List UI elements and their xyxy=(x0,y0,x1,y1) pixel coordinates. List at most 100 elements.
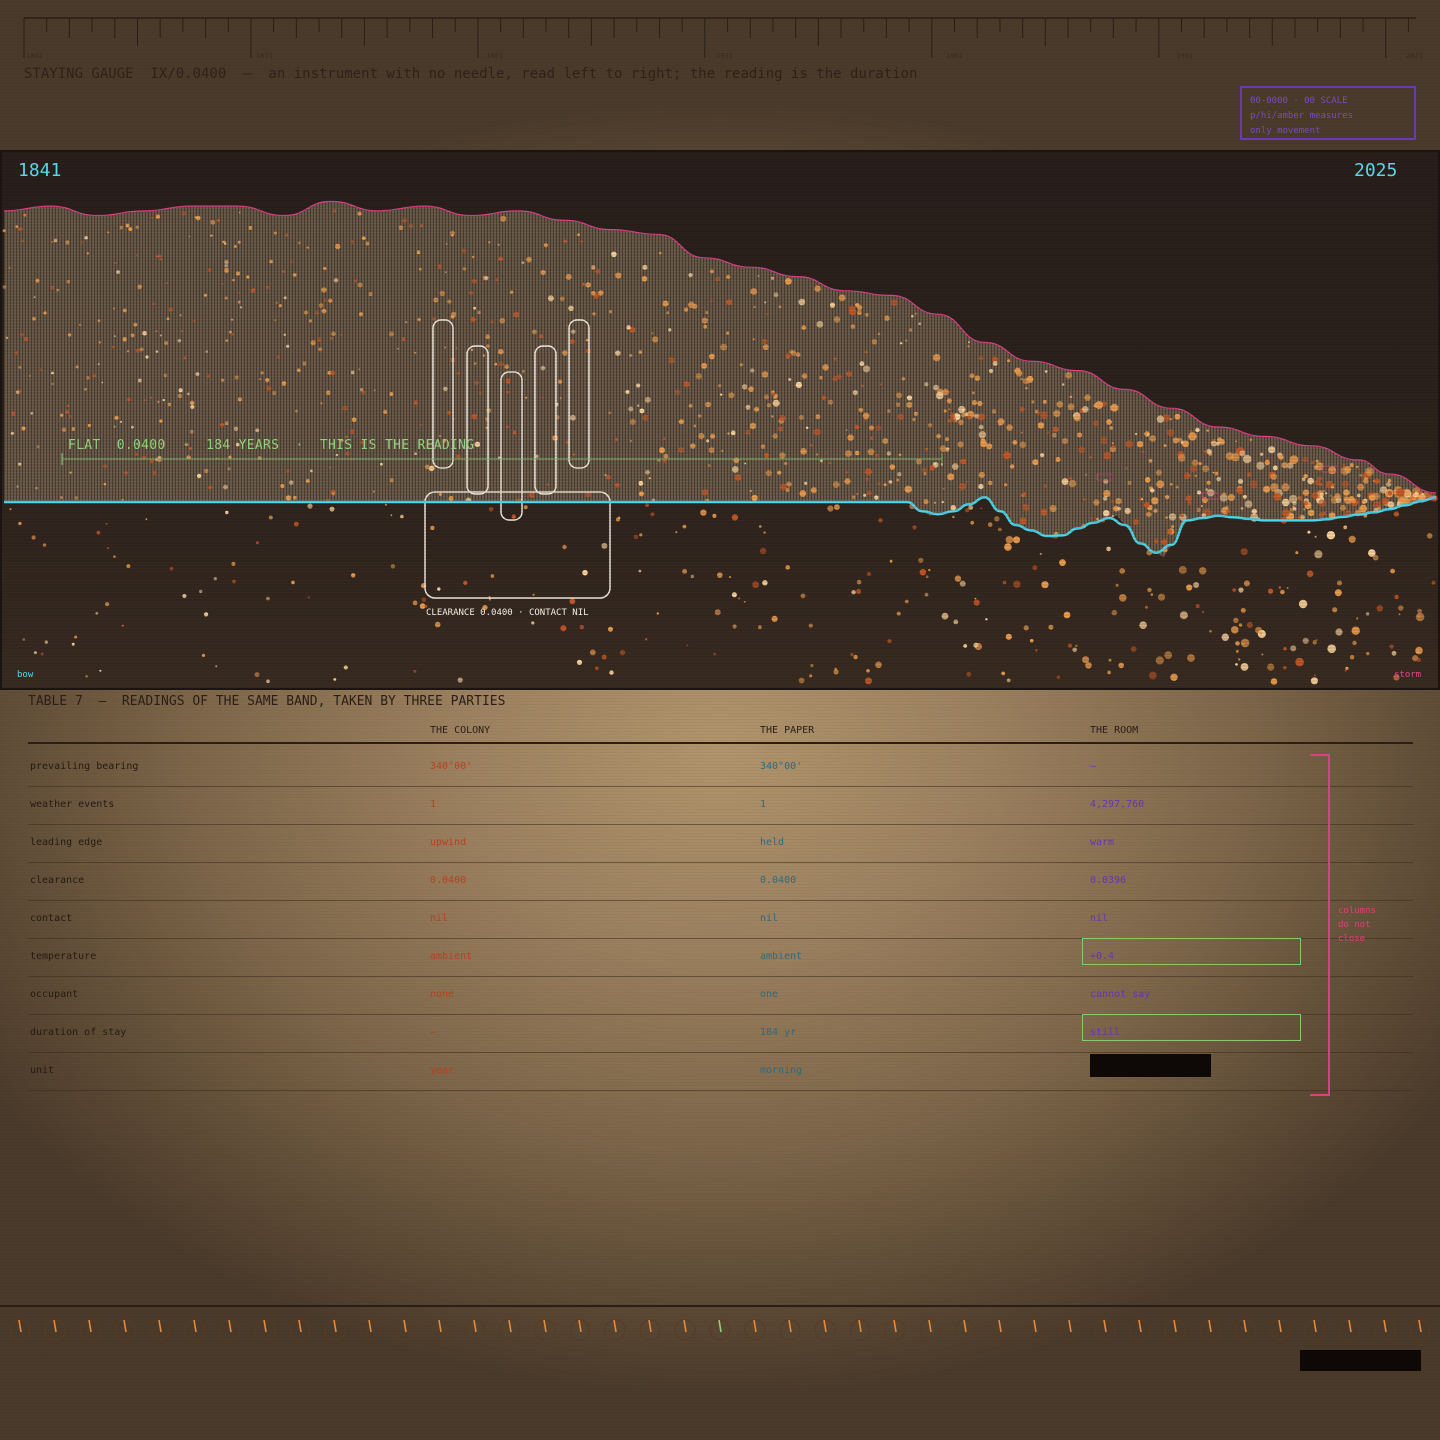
cell-colony: ambient xyxy=(430,951,473,962)
cell-paper: ambient xyxy=(760,951,803,962)
cell-colony: none xyxy=(430,989,455,1000)
table-row: weather events 1 1 4,297,760 xyxy=(28,786,1413,825)
cell-room: warm xyxy=(1090,837,1115,848)
cell-colony: 0.0400 xyxy=(430,875,467,886)
spore-clock-hand xyxy=(998,1319,1002,1333)
spore-clock-hand xyxy=(928,1319,932,1333)
spore-clock-hand xyxy=(683,1319,687,1333)
columns-bracket xyxy=(1310,754,1330,1096)
bracket-note-line: columns xyxy=(1338,906,1376,916)
cell-colony: — xyxy=(430,1027,437,1038)
clocks-caption: 42 SPORE-CLOCKS · ALL LEAN -3°00' · shou… xyxy=(20,1355,420,1364)
spore-clock-hand xyxy=(403,1319,407,1333)
spore-clock-hand xyxy=(1243,1319,1247,1333)
spore-clock-hand xyxy=(1418,1319,1422,1333)
gauge-title: STAYING GAUGE IX/0.0400 — an instrument … xyxy=(24,66,918,82)
legend-line: p/hi/amber measures xyxy=(1250,111,1353,121)
spore-clock-hand xyxy=(1103,1319,1107,1333)
spore-clock-hand xyxy=(368,1319,372,1333)
cell-room: cannot say xyxy=(1090,989,1151,1000)
cell-paper: 0.0400 xyxy=(760,875,797,886)
cell-room: 0.0396 xyxy=(1090,875,1127,886)
spore-clock-hand xyxy=(193,1319,197,1333)
spore-clock-hand xyxy=(1173,1319,1177,1333)
spore-clock-hand xyxy=(123,1319,127,1333)
spore-clock-hand xyxy=(1348,1319,1352,1333)
ruler-year-label: 1931 xyxy=(716,52,733,60)
ruler-year-label: 1961 xyxy=(946,52,963,60)
adjudicator-signature-redacted xyxy=(1300,1350,1421,1371)
legend-line: 00-0000 · 00 SCALE xyxy=(1250,96,1348,106)
redacted-unit xyxy=(1090,1054,1211,1077)
cell-paper: morning xyxy=(760,1065,803,1076)
cell-colony: upwind xyxy=(430,837,467,848)
cell-colony: year xyxy=(430,1065,455,1076)
table-row: clearance 0.0400 0.0400 0.0396 xyxy=(28,862,1413,901)
ruler-year-label: 1901 xyxy=(486,52,503,60)
bracket-note-line: do not xyxy=(1338,920,1371,930)
table-header-rule xyxy=(28,742,1413,744)
spore-clock-hand xyxy=(1033,1319,1037,1333)
spore-clock-hand xyxy=(823,1319,827,1333)
spore-clock-hand xyxy=(438,1319,442,1333)
spore-clock-hand xyxy=(1138,1319,1142,1333)
row-label: duration of stay xyxy=(30,1027,127,1038)
spore-clock-hand xyxy=(18,1319,22,1333)
column-header-room: THE ROOM xyxy=(1090,725,1139,736)
spore-clock-hand xyxy=(788,1319,792,1333)
column-header-colony: THE COLONY xyxy=(430,725,491,736)
bracket-note: columns do not close xyxy=(1338,904,1376,946)
cell-paper: one xyxy=(760,989,779,1000)
spore-clock-hand xyxy=(298,1319,302,1333)
spore-clock-hand xyxy=(473,1319,477,1333)
gauge-panel: 1841 2025 FLAT 0.0400 · 184 YEARS · THIS… xyxy=(0,150,1440,690)
cell-colony: 1 xyxy=(430,799,437,810)
row-label: weather events xyxy=(30,799,115,810)
gauge-plot xyxy=(2,152,1438,688)
table-row: prevailing bearing 340°00' 340°00' — xyxy=(28,748,1413,787)
spore-clock-hand xyxy=(718,1319,722,1333)
spore-clock-hand xyxy=(1068,1319,1072,1333)
year-start-label: 1841 xyxy=(18,160,62,181)
duration-highlight xyxy=(1082,1014,1301,1041)
table-row: contact nil nil nil xyxy=(28,900,1413,939)
cell-paper: nil xyxy=(760,913,779,924)
table-title: TABLE 7 — READINGS OF THE SAME BAND, TAK… xyxy=(28,694,506,709)
spore-clock-hand xyxy=(543,1319,547,1333)
flat-reading-label: FLAT 0.0400 · 184 YEARS · THIS IS THE RE… xyxy=(68,438,475,453)
spore-clock-hand xyxy=(893,1319,897,1333)
table-row: leading edge upwind held warm xyxy=(28,824,1413,863)
temperature-highlight xyxy=(1082,938,1301,965)
storm-label: storm xyxy=(1394,670,1422,680)
bow-label: bow xyxy=(17,670,34,680)
cell-colony: nil xyxy=(430,913,449,924)
bottom-rule xyxy=(0,1305,1440,1307)
spore-clock-hand xyxy=(648,1319,652,1333)
spore-clock-hand xyxy=(508,1319,512,1333)
spore-clock-hand xyxy=(858,1319,862,1333)
row-label: unit xyxy=(30,1065,55,1076)
spore-clock-hand xyxy=(613,1319,617,1333)
cell-colony: 340°00' xyxy=(430,761,473,772)
table-row: occupant none one cannot say xyxy=(28,976,1413,1015)
row-label: temperature xyxy=(30,951,97,962)
spore-clock-hand xyxy=(88,1319,92,1333)
spore-clock-hand xyxy=(963,1319,967,1333)
cell-paper: held xyxy=(760,837,785,848)
row-label: occupant xyxy=(30,989,79,1000)
spore-clock-hand xyxy=(53,1319,57,1333)
ruler-year-label: 1991 xyxy=(1176,52,1193,60)
spore-clocks xyxy=(9,1319,1431,1341)
column-header-paper: THE PAPER xyxy=(760,725,815,736)
cell-paper: 1 xyxy=(760,799,767,810)
cell-room: — xyxy=(1090,761,1097,772)
spore-clock-hand xyxy=(228,1319,232,1333)
row-label: prevailing bearing xyxy=(30,761,139,772)
row-label: clearance xyxy=(30,875,85,886)
ruler-year-label: 2021 xyxy=(1406,52,1423,60)
spore-clock-hand xyxy=(1313,1319,1317,1333)
clearance-label: CLEARANCE 0.0400 · CONTACT NIL xyxy=(426,608,589,618)
year-end-label: 2025 xyxy=(1354,160,1398,181)
spore-clock-hand xyxy=(578,1319,582,1333)
spore-clock-hand xyxy=(1278,1319,1282,1333)
